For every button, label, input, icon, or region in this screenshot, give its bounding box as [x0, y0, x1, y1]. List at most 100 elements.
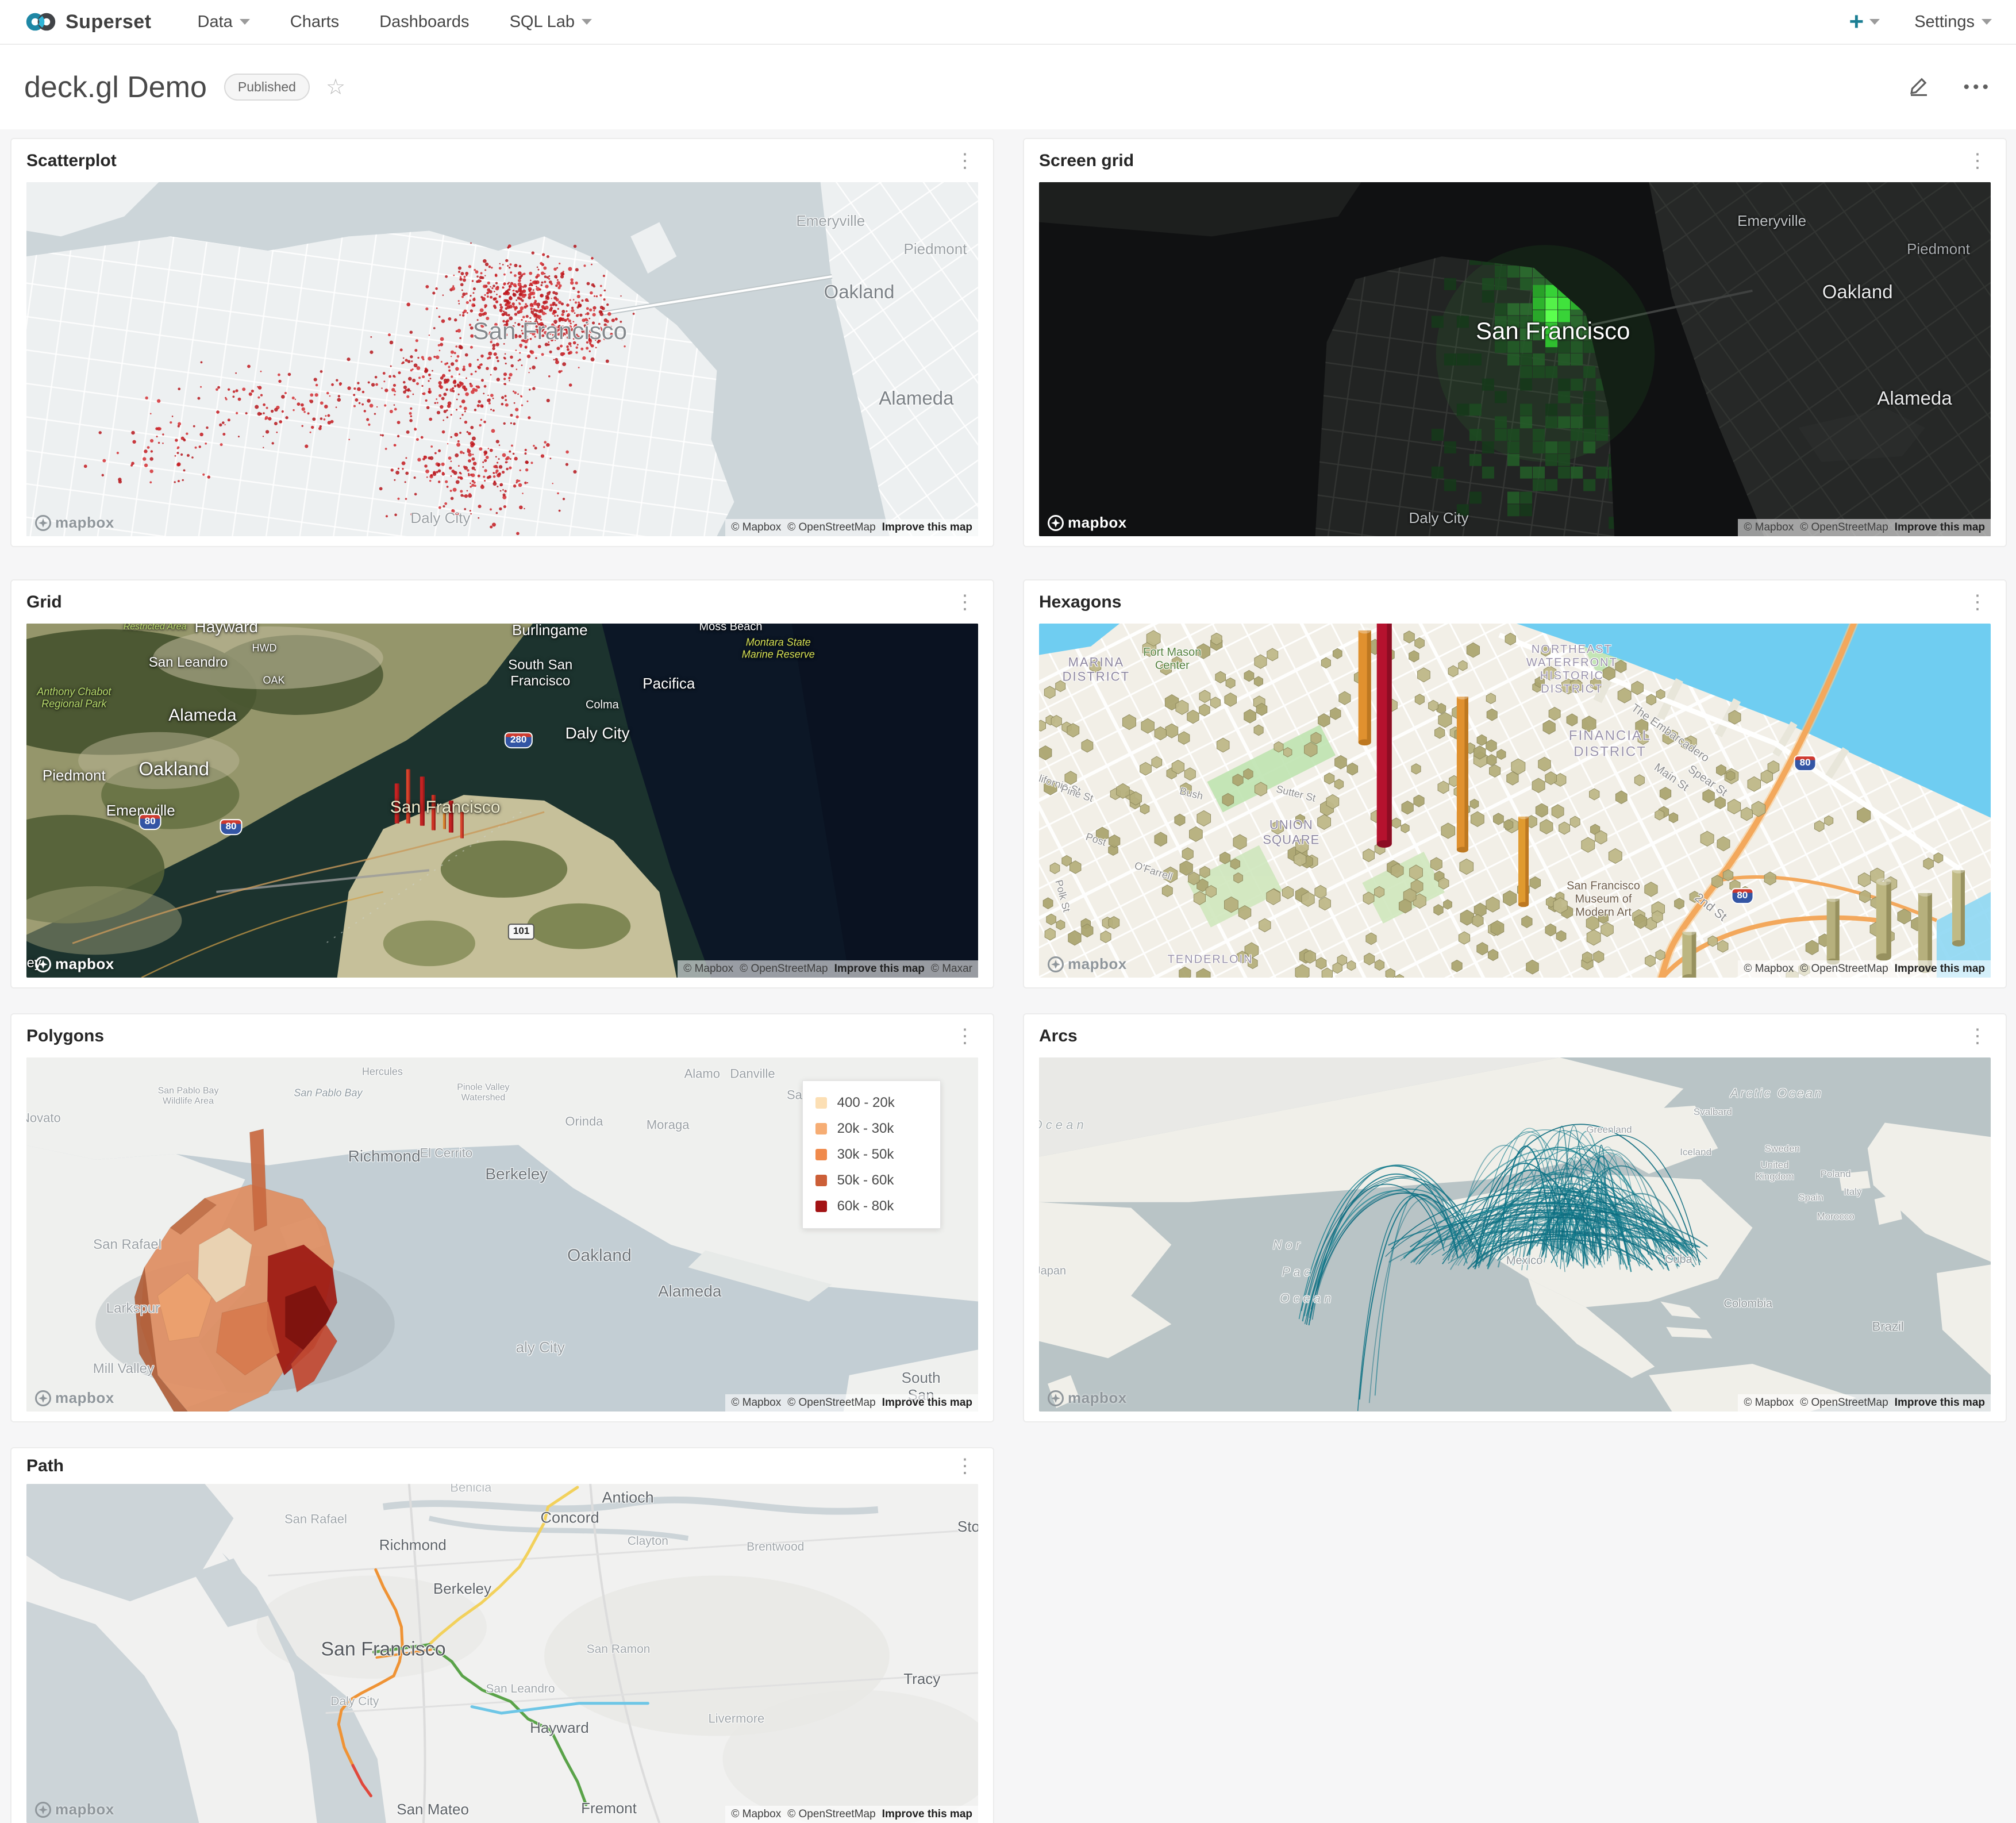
- attr-mapbox[interactable]: © Mapbox: [1744, 1397, 1794, 1409]
- kebab-menu-icon[interactable]: ⋮: [952, 1455, 978, 1478]
- nav-item-sql-lab[interactable]: SQL Lab: [510, 13, 592, 32]
- route-shield: 80: [1731, 888, 1754, 905]
- mapbox-logo[interactable]: mapbox: [1047, 514, 1127, 532]
- kebab-menu-icon[interactable]: ⋮: [1964, 1025, 1991, 1048]
- legend-row: 400 - 20k: [815, 1095, 935, 1111]
- map-screen-grid[interactable]: Emeryville Piedmont Oakland Alameda San Fran…: [1039, 182, 1991, 536]
- map-attribution: © Mapbox © OpenStreetMap Improve this map: [725, 1394, 978, 1412]
- map-label: Colma: [585, 698, 619, 711]
- map-label: Novato: [26, 1110, 61, 1125]
- map-label: San Mateo: [397, 1801, 469, 1818]
- attr-mapbox[interactable]: © Mapbox: [731, 1808, 781, 1821]
- map-label: Pacifica: [642, 674, 695, 692]
- map-label: Colombia: [1723, 1297, 1772, 1310]
- attr-improve-link[interactable]: Improve this map: [834, 963, 925, 975]
- map-label: Spear St: [1685, 762, 1729, 799]
- legend-label: 50k - 60k: [837, 1172, 894, 1189]
- chart-title: Screen grid: [1039, 151, 1134, 170]
- map-labels: Hayward HWD San Leandro OAK Alameda Oakland Pi…: [26, 624, 978, 978]
- nav-item-data[interactable]: Data: [198, 13, 250, 32]
- map-label: United Kingdom: [1755, 1159, 1794, 1182]
- chart-title: Arcs: [1039, 1026, 1078, 1045]
- map-label: Berkeley: [433, 1580, 492, 1598]
- nav-item-charts[interactable]: Charts: [290, 13, 339, 32]
- attr-maxar[interactable]: © Maxar: [931, 963, 972, 975]
- attr-mapbox[interactable]: © Mapbox: [731, 521, 781, 534]
- map-label: Emeryville: [106, 802, 175, 820]
- map-label: Daly City: [410, 509, 471, 527]
- attr-osm[interactable]: © OpenStreetMap: [787, 1808, 875, 1821]
- attr-osm[interactable]: © OpenStreetMap: [1800, 963, 1888, 975]
- kebab-menu-icon[interactable]: ⋮: [1964, 149, 1991, 172]
- attr-osm[interactable]: © OpenStreetMap: [787, 1397, 875, 1409]
- attr-osm[interactable]: © OpenStreetMap: [1800, 521, 1888, 534]
- map-label: Alamo: [684, 1066, 720, 1081]
- attr-improve-link[interactable]: Improve this map: [1895, 521, 1985, 534]
- map-path[interactable]: Benicia Antioch Concord San Rafael Richmond C…: [26, 1484, 978, 1823]
- published-badge[interactable]: Published: [224, 74, 310, 101]
- map-label: Sutter St: [1275, 783, 1317, 804]
- attr-improve-link[interactable]: Improve this map: [1895, 963, 1985, 975]
- attr-mapbox[interactable]: © Mapbox: [1744, 521, 1794, 534]
- page-title: deck.gl Demo: [24, 70, 207, 104]
- map-label: Emeryville: [1737, 211, 1807, 229]
- chart-panel-arcs: Arcs ⋮ Arctic Ocean Svalbard Greenland I…: [1023, 1013, 2007, 1422]
- nav-item-dashboards[interactable]: Dashboards: [379, 13, 469, 32]
- more-options-icon[interactable]: •••: [1963, 78, 1992, 97]
- map-polygons[interactable]: Novato San Pablo Bay Wildlife Area San Pab…: [26, 1057, 978, 1412]
- edit-dashboard-icon[interactable]: [1907, 74, 1931, 101]
- map-label: Main St: [1651, 761, 1691, 794]
- mapbox-logo[interactable]: mapbox: [34, 955, 114, 973]
- map-attribution: © Mapbox © OpenStreetMap Improve this map: [1738, 519, 1991, 536]
- map-label: 2nd St: [1692, 890, 1730, 924]
- map-label: Livermore: [708, 1711, 765, 1726]
- attr-mapbox[interactable]: © Mapbox: [731, 1397, 781, 1409]
- new-item-button[interactable]: +: [1849, 9, 1880, 34]
- kebab-menu-icon[interactable]: ⋮: [952, 591, 978, 614]
- map-hexagons[interactable]: MARINA DISTRICT Fort Mason Center NORTHEAS…: [1039, 624, 1991, 978]
- attr-mapbox[interactable]: © Mapbox: [683, 963, 733, 975]
- map-label: Benicia: [450, 1484, 492, 1495]
- map-label: Piedmont: [42, 766, 106, 784]
- mapbox-logo[interactable]: mapbox: [34, 514, 114, 532]
- attr-improve-link[interactable]: Improve this map: [882, 1808, 972, 1821]
- map-attribution: © Mapbox © OpenStreetMap Improve this map: [1738, 960, 1991, 978]
- favorite-star-icon[interactable]: ☆: [326, 74, 345, 100]
- superset-infinity-icon: [26, 13, 56, 31]
- chart-panel-polygons: Polygons ⋮ Novato San Pablo Bay Wildlife …: [10, 1013, 994, 1422]
- map-label: Oakland: [1822, 280, 1893, 302]
- mapbox-logo[interactable]: mapbox: [34, 1389, 114, 1407]
- map-label: Alameda: [657, 1282, 722, 1300]
- attr-mapbox[interactable]: © Mapbox: [1744, 963, 1794, 975]
- map-label: Bush: [1178, 784, 1205, 802]
- chart-panel-path: Path ⋮ Benicia Antioch Concord San Rafae…: [10, 1447, 994, 1823]
- kebab-menu-icon[interactable]: ⋮: [952, 1025, 978, 1048]
- attr-improve-link[interactable]: Improve this map: [1895, 1397, 1985, 1409]
- attr-osm[interactable]: © OpenStreetMap: [1800, 1397, 1888, 1409]
- mapbox-logo[interactable]: mapbox: [1047, 1389, 1127, 1407]
- kebab-menu-icon[interactable]: ⋮: [1964, 591, 1991, 614]
- attr-improve-link[interactable]: Improve this map: [882, 521, 972, 534]
- map-grid[interactable]: Hayward HWD San Leandro OAK Alameda Oakland Pi…: [26, 624, 978, 978]
- attr-osm[interactable]: © OpenStreetMap: [787, 521, 875, 534]
- map-label: Berkeley: [485, 1165, 548, 1183]
- mapbox-logo[interactable]: mapbox: [34, 1801, 114, 1818]
- mapbox-logo[interactable]: mapbox: [1047, 955, 1127, 973]
- attr-osm[interactable]: © OpenStreetMap: [740, 963, 828, 975]
- superset-logo[interactable]: Superset: [24, 11, 152, 33]
- map-label: Daly City: [565, 724, 630, 742]
- kebab-menu-icon[interactable]: ⋮: [952, 149, 978, 172]
- attr-improve-link[interactable]: Improve this map: [882, 1397, 972, 1409]
- map-arcs[interactable]: Arctic Ocean Svalbard Greenland Iceland Swed…: [1039, 1057, 1991, 1412]
- map-labels: Emeryville Piedmont Oakland Alameda San Fran…: [1039, 182, 1991, 536]
- map-label: Restricted Area: [123, 624, 187, 632]
- legend-swatch: [815, 1149, 827, 1161]
- map-scatterplot[interactable]: Emeryville Piedmont Oakland Alameda San Fran…: [26, 182, 978, 536]
- map-label: O c e a n: [1280, 1291, 1332, 1306]
- polygons-legend: 400 - 20k 20k - 30k 30k - 50k 50k - 60k 60k …: [802, 1080, 941, 1229]
- map-label: Arctic Ocean: [1730, 1085, 1823, 1100]
- map-label: Hercules: [361, 1066, 403, 1078]
- map-label: Mill Valley: [93, 1361, 155, 1377]
- settings-menu[interactable]: Settings: [1914, 13, 1992, 32]
- map-label: Sweden: [1764, 1143, 1800, 1155]
